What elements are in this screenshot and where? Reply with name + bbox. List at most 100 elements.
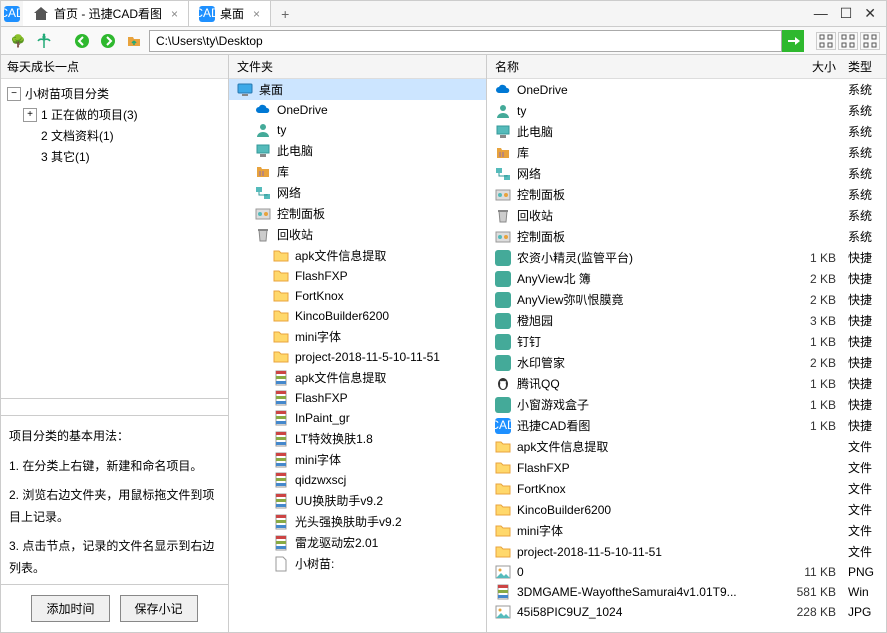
- col-type[interactable]: 类型: [844, 58, 886, 75]
- folder-item[interactable]: FortKnox: [229, 286, 486, 306]
- up-button[interactable]: [123, 30, 145, 52]
- file-item[interactable]: 45i58PIC9UZ_1024228 KBJPG: [487, 602, 886, 622]
- file-item[interactable]: 011 KBPNG: [487, 562, 886, 582]
- address-input[interactable]: [149, 30, 782, 52]
- folder-item[interactable]: InPaint_gr: [229, 408, 486, 428]
- folder-item[interactable]: 雷龙驱动宏2.01: [229, 532, 486, 553]
- forward-button[interactable]: [97, 30, 119, 52]
- go-button[interactable]: [782, 30, 804, 52]
- folder-item[interactable]: mini字体: [229, 449, 486, 470]
- file-item[interactable]: 回收站系统: [487, 205, 886, 226]
- file-item[interactable]: FlashFXP文件: [487, 457, 886, 478]
- save-note-button[interactable]: 保存小记: [120, 595, 198, 622]
- tab-1[interactable]: 桌面×: [189, 1, 271, 26]
- file-item[interactable]: 控制面板系统: [487, 184, 886, 205]
- file-size: 1 KB: [784, 251, 844, 265]
- rar-icon: [273, 370, 289, 386]
- palm-icon[interactable]: [33, 30, 55, 52]
- folder-item[interactable]: LT特效换肤1.8: [229, 428, 486, 449]
- file-item[interactable]: AnyView弥叭恨膜竟2 KB快捷: [487, 289, 886, 310]
- file-name: 回收站: [517, 207, 553, 224]
- col-name[interactable]: 名称: [487, 58, 784, 75]
- file-item[interactable]: 水印管家2 KB快捷: [487, 352, 886, 373]
- file-item[interactable]: 小窗游戏盒子1 KB快捷: [487, 394, 886, 415]
- rar-icon: [273, 514, 289, 530]
- file-item[interactable]: 农资小精灵(监管平台)1 KB快捷: [487, 247, 886, 268]
- folder-item[interactable]: 回收站: [229, 224, 486, 245]
- maximize-button[interactable]: ☐: [840, 5, 853, 22]
- file-item[interactable]: KincoBuilder6200文件: [487, 499, 886, 520]
- close-button[interactable]: ✕: [864, 5, 876, 22]
- folder-item[interactable]: project-2018-11-5-10-11-51: [229, 347, 486, 367]
- col-size[interactable]: 大小: [784, 58, 844, 75]
- file-item[interactable]: 3DMGAME-WayoftheSamurai4v1.01T9... 581 KB…: [487, 582, 886, 602]
- img-icon: [495, 604, 511, 620]
- file-item[interactable]: 库系统: [487, 142, 886, 163]
- folder-item[interactable]: apk文件信息提取: [229, 245, 486, 266]
- folder-item[interactable]: FlashFXP: [229, 388, 486, 408]
- file-item[interactable]: mini字体文件: [487, 520, 886, 541]
- folder-item-label: 桌面: [259, 81, 283, 98]
- folder-item-label: 库: [277, 163, 289, 180]
- folder-item[interactable]: ty: [229, 120, 486, 140]
- folder-item[interactable]: qidzwxscj: [229, 470, 486, 490]
- folder-item-label: 雷龙驱动宏2.01: [295, 534, 378, 551]
- tree-item[interactable]: +1 正在做的项目(3): [1, 104, 228, 125]
- tab-add-button[interactable]: +: [271, 6, 299, 22]
- folder-item[interactable]: KincoBuilder6200: [229, 306, 486, 326]
- folder-item[interactable]: OneDrive: [229, 100, 486, 120]
- file-size: 581 KB: [784, 585, 844, 599]
- file-item[interactable]: FortKnox文件: [487, 478, 886, 499]
- folder-item[interactable]: UU换肤助手v9.2: [229, 490, 486, 511]
- file-item[interactable]: 橙旭园3 KB快捷: [487, 310, 886, 331]
- file-item[interactable]: 钉钉1 KB快捷: [487, 331, 886, 352]
- tree-icon[interactable]: 🌳: [7, 30, 29, 52]
- tree-item[interactable]: 2 文档资料(1): [1, 125, 228, 146]
- file-name: apk文件信息提取: [517, 438, 608, 455]
- file-item[interactable]: 网络系统: [487, 163, 886, 184]
- folder-header: 文件夹: [229, 55, 486, 79]
- file-type: 系统: [844, 144, 886, 161]
- file-type: 文件: [844, 459, 886, 476]
- view-list-button[interactable]: [816, 32, 836, 50]
- file-item[interactable]: AnyView北 簿2 KB快捷: [487, 268, 886, 289]
- tree-root[interactable]: − 小树苗项目分类: [1, 83, 228, 104]
- file-name: 迅捷CAD看图: [517, 417, 590, 434]
- file-name: KincoBuilder6200: [517, 503, 611, 517]
- folder-item[interactable]: 网络: [229, 182, 486, 203]
- file-item[interactable]: project-2018-11-5-10-11-51文件: [487, 541, 886, 562]
- back-button[interactable]: [71, 30, 93, 52]
- folder-item-label: qidzwxscj: [295, 473, 346, 487]
- file-item[interactable]: 迅捷CAD看图1 KB快捷: [487, 415, 886, 436]
- folder-item-label: UU换肤助手v9.2: [295, 492, 383, 509]
- tab-0[interactable]: 首页 - 迅捷CAD看图×: [23, 1, 189, 26]
- user-icon: [255, 122, 271, 138]
- folder-item[interactable]: 桌面: [229, 79, 486, 100]
- minimize-button[interactable]: —: [814, 5, 828, 22]
- view-details-button[interactable]: [838, 32, 858, 50]
- file-item[interactable]: 此电脑系统: [487, 121, 886, 142]
- file-name: 3DMGAME-WayoftheSamurai4v1.01T9...: [517, 585, 737, 599]
- tree-item[interactable]: 3 其它(1): [1, 146, 228, 167]
- folder-item[interactable]: mini字体: [229, 326, 486, 347]
- file-item[interactable]: OneDrive系统: [487, 79, 886, 100]
- folder-item[interactable]: 控制面板: [229, 203, 486, 224]
- tab-close-icon[interactable]: ×: [253, 7, 260, 21]
- file-item[interactable]: apk文件信息提取文件: [487, 436, 886, 457]
- add-time-button[interactable]: 添加时间: [31, 595, 109, 622]
- folder-item[interactable]: 此电脑: [229, 140, 486, 161]
- folder-item[interactable]: apk文件信息提取: [229, 367, 486, 388]
- folder-item[interactable]: 光头强换肤助手v9.2: [229, 511, 486, 532]
- folder-item[interactable]: 库: [229, 161, 486, 182]
- file-item[interactable]: 控制面板系统: [487, 226, 886, 247]
- collapse-icon[interactable]: −: [7, 87, 21, 101]
- tab-close-icon[interactable]: ×: [171, 7, 178, 21]
- folder-item[interactable]: FlashFXP: [229, 266, 486, 286]
- tree-root-label: 小树苗项目分类: [25, 85, 109, 102]
- file-item[interactable]: ty系统: [487, 100, 886, 121]
- file-type: 文件: [844, 480, 886, 497]
- file-item[interactable]: 腾讯QQ1 KB快捷: [487, 373, 886, 394]
- view-icons-button[interactable]: [860, 32, 880, 50]
- folder-item[interactable]: 小树苗:: [229, 553, 486, 574]
- expand-icon[interactable]: +: [23, 108, 37, 122]
